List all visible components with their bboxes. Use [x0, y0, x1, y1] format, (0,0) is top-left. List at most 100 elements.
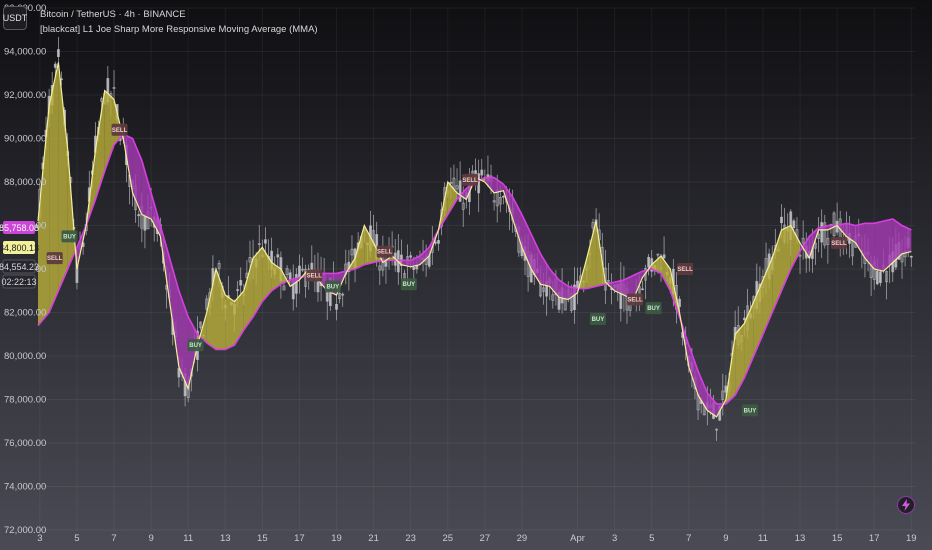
- candle-body: [384, 261, 388, 267]
- signal-label: BUY: [326, 284, 339, 290]
- buy-signal: BUY: [741, 404, 758, 417]
- candle-body: [678, 298, 681, 307]
- candle-body: [56, 49, 60, 57]
- candle-body: [780, 216, 783, 224]
- candle-body: [909, 255, 913, 258]
- candle-body: [480, 169, 484, 176]
- price-tag-label: 84,800.13: [0, 243, 39, 253]
- x-tick-label: Apr: [570, 533, 585, 544]
- x-tick-label: 23: [405, 533, 416, 544]
- x-tick-label: 29: [517, 533, 528, 544]
- price-tag-label: 85,758.08: [0, 223, 39, 233]
- candle-body: [276, 254, 280, 258]
- candle-body: [437, 240, 440, 244]
- price-tag: 02:22:13: [1, 274, 37, 289]
- x-tick-label: 19: [906, 533, 917, 544]
- y-tick-label: 92,000.00: [4, 90, 46, 101]
- candle-body: [449, 182, 453, 184]
- bear-cloud-segment: [874, 221, 884, 272]
- candle-body: [239, 279, 243, 286]
- sell-signal: SELL: [306, 269, 323, 282]
- signal-label: BUY: [647, 306, 660, 312]
- signal-label: BUY: [189, 343, 202, 349]
- buy-signal: BUY: [400, 278, 417, 291]
- x-tick-label: 5: [74, 533, 79, 544]
- signal-label: BUY: [402, 282, 415, 288]
- signal-label: BUY: [592, 317, 605, 323]
- x-tick-label: 5: [649, 533, 654, 544]
- signal-label: SELL: [677, 267, 693, 273]
- signal-label: SELL: [377, 250, 393, 256]
- candle-body: [662, 254, 666, 259]
- candle-body: [878, 271, 882, 283]
- x-tick-label: 19: [331, 533, 342, 544]
- signal-label: SELL: [831, 241, 847, 247]
- y-tick-label: 80,000.00: [4, 351, 46, 362]
- sell-signal: SELL: [830, 236, 847, 249]
- x-tick-label: 13: [795, 533, 806, 544]
- x-tick-label: 13: [220, 533, 231, 544]
- price-tag: 84,800.13: [0, 241, 39, 254]
- signal-label: SELL: [462, 178, 478, 184]
- candle-body: [137, 214, 141, 217]
- x-tick-label: 7: [686, 533, 691, 544]
- candle-body: [412, 267, 416, 270]
- candle-body: [294, 274, 298, 294]
- x-tick-label: 27: [480, 533, 491, 544]
- indicator-title[interactable]: [blackcat] L1 Joe Sharp More Responsive …: [40, 24, 318, 35]
- candle-body: [335, 303, 338, 310]
- candle-body: [501, 195, 505, 198]
- candle-body: [264, 239, 267, 244]
- y-tick-label: 78,000.00: [4, 395, 46, 406]
- candle-body: [743, 317, 746, 321]
- y-tick-label: 90,000.00: [4, 134, 46, 145]
- candle-body: [576, 280, 579, 289]
- buy-signal: BUY: [589, 313, 606, 326]
- x-tick-label: 9: [723, 533, 728, 544]
- signal-label: SELL: [307, 274, 323, 280]
- candle-body: [236, 289, 240, 291]
- candle-body: [641, 288, 644, 291]
- x-tick-label: 3: [37, 533, 42, 544]
- sell-signal: SELL: [46, 252, 63, 265]
- signal-label: BUY: [744, 408, 757, 414]
- y-tick-label: 88,000.00: [4, 177, 46, 188]
- x-tick-label: 17: [869, 533, 880, 544]
- signal-label: SELL: [47, 256, 63, 262]
- x-tick-label: 9: [148, 533, 153, 544]
- price-tag-label: 84,554.23: [0, 262, 39, 272]
- buy-signal: BUY: [645, 302, 662, 315]
- candle-body: [143, 215, 147, 231]
- x-tick-label: 15: [832, 533, 843, 544]
- price-chart[interactable]: BUYSELLSELLBUYSELLBUYSELLBUYSELLBUYSELLB…: [0, 0, 932, 550]
- price-tag: 84,554.23: [0, 259, 39, 274]
- signal-label: SELL: [627, 297, 643, 303]
- lightning-icon: [902, 499, 910, 511]
- candle-body: [458, 180, 462, 202]
- buy-signal: BUY: [61, 230, 78, 243]
- sell-signal: SELL: [111, 123, 128, 136]
- buy-signal: BUY: [324, 280, 341, 293]
- x-tick-label: 3: [612, 533, 617, 544]
- y-tick-label: 76,000.00: [4, 438, 46, 449]
- x-tick-label: 17: [294, 533, 305, 544]
- buy-signal: BUY: [187, 339, 204, 352]
- y-tick-label: 74,000.00: [4, 482, 46, 493]
- x-tick-label: 25: [442, 533, 453, 544]
- symbol-title[interactable]: Bitcoin / TetherUS · 4h · BINANCE: [40, 9, 186, 20]
- x-tick-label: 11: [758, 533, 768, 544]
- signal-label: SELL: [112, 128, 128, 134]
- x-tick-label: 7: [111, 533, 116, 544]
- price-tag-label: 02:22:13: [1, 277, 36, 287]
- bull-cloud-segment: [225, 295, 235, 350]
- currency-button[interactable]: USDT: [3, 6, 27, 30]
- signal-label: BUY: [63, 234, 76, 240]
- flash-button[interactable]: [897, 496, 915, 514]
- x-tick-label: 21: [368, 533, 379, 544]
- sell-signal: SELL: [627, 293, 644, 306]
- candle-body: [820, 222, 824, 243]
- x-tick-label: 15: [257, 533, 268, 544]
- x-tick-label: 11: [183, 533, 193, 544]
- sell-signal: SELL: [376, 245, 393, 258]
- price-tag: 85,758.08: [0, 221, 39, 234]
